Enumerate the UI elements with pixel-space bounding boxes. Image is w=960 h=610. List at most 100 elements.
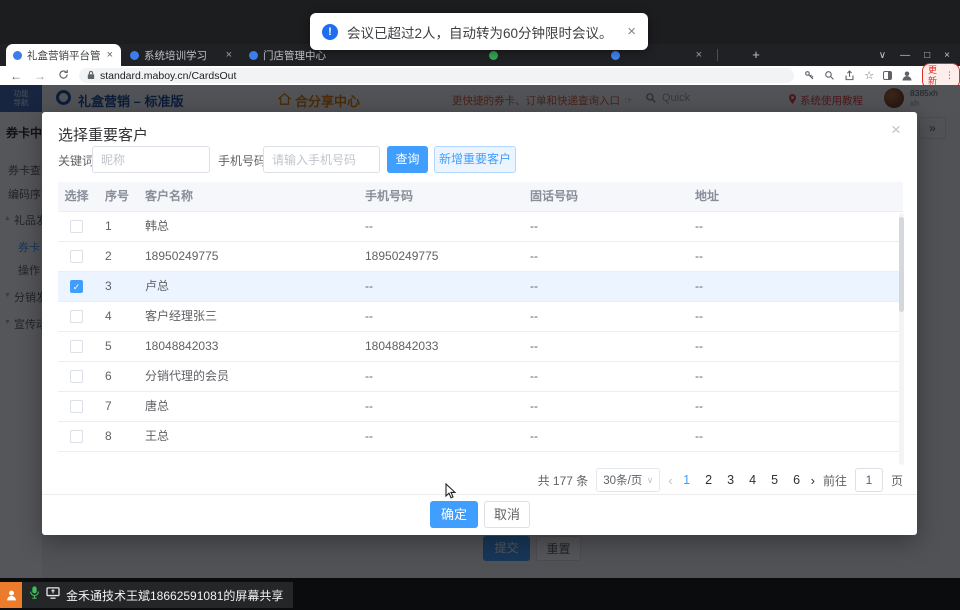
key-icon[interactable]	[804, 70, 815, 81]
table-row[interactable]: 4客户经理张三------	[58, 302, 903, 332]
tab-label: 系统培训学习	[144, 48, 220, 63]
table-cell-landline: --	[520, 422, 685, 451]
close-window-button[interactable]: ×	[944, 50, 950, 61]
tab-separator	[717, 49, 718, 61]
forward-icon[interactable]: →	[34, 69, 46, 83]
browser-tab[interactable]: 系统培训学习 ×	[123, 44, 240, 66]
page-number[interactable]: 2	[703, 473, 715, 487]
screen-share-icon	[46, 586, 60, 604]
table-cell-address: --	[685, 362, 903, 391]
checkbox-cell	[58, 362, 95, 391]
screen: 礼盒营销平台管理中心×系统培训学习×门店管理中心× + ∨ — □ × ← → …	[0, 0, 960, 610]
table-cell-name: 卢总	[135, 272, 355, 301]
column-header: 固话号码	[520, 182, 685, 211]
phone-input[interactable]	[263, 146, 380, 173]
goto-page-input[interactable]	[855, 468, 883, 492]
side-panel-icon[interactable]	[883, 71, 892, 80]
row-checkbox[interactable]	[70, 340, 83, 353]
table-header-row: 选择序号客户名称手机号码固话号码地址	[58, 182, 903, 212]
row-checkbox[interactable]	[70, 430, 83, 443]
new-tab-button[interactable]: +	[748, 47, 764, 63]
add-customer-button[interactable]: 新增重要客户	[434, 146, 516, 173]
chevron-down-icon: ∨	[647, 475, 654, 486]
page-number[interactable]: 3	[725, 473, 737, 487]
table-row[interactable]: 7唐总------	[58, 392, 903, 422]
tab-close-icon[interactable]: ×	[106, 49, 114, 61]
profile-icon[interactable]	[901, 70, 913, 82]
share-icon[interactable]	[844, 70, 855, 81]
table-cell-mobile: --	[355, 212, 520, 241]
table-cell-name: 分销代理的会员	[135, 362, 355, 391]
tab-favicon-icon	[130, 51, 139, 60]
table-cell-no: 5	[95, 332, 135, 361]
cancel-button[interactable]: 取消	[484, 501, 530, 528]
zoom-icon[interactable]	[824, 70, 835, 81]
table-cell-landline: --	[520, 272, 685, 301]
goto-suffix: 页	[891, 472, 903, 489]
table-row[interactable]: ✓3卢总------	[58, 272, 903, 302]
checkbox-cell	[58, 392, 95, 421]
page-number[interactable]: 1	[681, 473, 693, 487]
table-row[interactable]: 51804884203318048842033----	[58, 332, 903, 362]
browser-tab[interactable]: 礼盒营销平台管理中心 ×	[6, 44, 121, 66]
row-checkbox[interactable]	[70, 400, 83, 413]
column-header: 序号	[95, 182, 135, 211]
table-cell-landline: --	[520, 392, 685, 421]
keyword-input[interactable]	[92, 146, 210, 173]
checkbox-cell	[58, 302, 95, 331]
scrollbar-thumb[interactable]	[899, 217, 904, 312]
pagination: 共 177 条 30条/页 ∨ ‹ 123456 › 前往 页	[538, 468, 903, 492]
tab-favicon-icon	[13, 51, 22, 60]
query-button[interactable]: 查询	[387, 146, 428, 173]
row-checkbox[interactable]: ✓	[70, 280, 83, 293]
table-cell-mobile: 18950249775	[355, 242, 520, 271]
table-cell-address: --	[685, 332, 903, 361]
table-cell-name: 唐总	[135, 392, 355, 421]
sharer-avatar-icon	[0, 582, 22, 608]
footer-divider	[42, 494, 917, 495]
next-page-icon[interactable]: ›	[811, 473, 815, 488]
page-number[interactable]: 6	[791, 473, 803, 487]
table-cell-no: 3	[95, 272, 135, 301]
column-header: 地址	[685, 182, 903, 211]
table-cell-name: 客户经理张三	[135, 302, 355, 331]
row-checkbox[interactable]	[70, 220, 83, 233]
table-cell-name: 18950249775	[135, 242, 355, 271]
table-row[interactable]: 6分销代理的会员------	[58, 362, 903, 392]
screen-share-bar: 金禾通技术王斌18662591081的屏幕共享	[0, 582, 293, 608]
tab-close-icon[interactable]: ×	[225, 49, 233, 61]
checkbox-cell	[58, 422, 95, 451]
back-icon[interactable]: ←	[10, 69, 22, 83]
table-cell-mobile: --	[355, 392, 520, 421]
lock-icon	[87, 67, 95, 85]
goto-label: 前往	[823, 472, 847, 489]
table-scrollbar[interactable]	[899, 213, 904, 465]
toast-close-icon[interactable]: ×	[627, 23, 636, 40]
tab-search-icon[interactable]: ∨	[879, 50, 886, 61]
table-cell-landline: --	[520, 212, 685, 241]
page-size-select[interactable]: 30条/页 ∨	[596, 468, 660, 492]
bookmark-star-icon[interactable]: ☆	[864, 69, 874, 82]
row-checkbox[interactable]	[70, 310, 83, 323]
checkbox-cell	[58, 212, 95, 241]
confirm-button[interactable]: 确定	[430, 501, 478, 528]
table-cell-no: 4	[95, 302, 135, 331]
table-row[interactable]: 1韩总------	[58, 212, 903, 242]
reload-icon[interactable]	[58, 69, 69, 83]
table-cell-mobile: --	[355, 362, 520, 391]
page-number[interactable]: 5	[769, 473, 781, 487]
table-row[interactable]: 21895024977518950249775----	[58, 242, 903, 272]
tab-close-icon[interactable]: ×	[695, 49, 703, 61]
table-row[interactable]: 8王总------	[58, 422, 903, 452]
table-cell-landline: --	[520, 332, 685, 361]
page-number[interactable]: 4	[747, 473, 759, 487]
tab-label: 礼盒营销平台管理中心	[27, 48, 101, 63]
row-checkbox[interactable]	[70, 370, 83, 383]
maximize-button[interactable]: □	[924, 50, 930, 61]
prev-page-icon[interactable]: ‹	[668, 473, 672, 488]
minimize-button[interactable]: —	[900, 50, 910, 61]
dialog-close-icon[interactable]: ×	[891, 120, 901, 140]
row-checkbox[interactable]	[70, 250, 83, 263]
table-cell-mobile: --	[355, 272, 520, 301]
url-field[interactable]: standard.maboy.cn/CardsOut	[79, 68, 794, 83]
